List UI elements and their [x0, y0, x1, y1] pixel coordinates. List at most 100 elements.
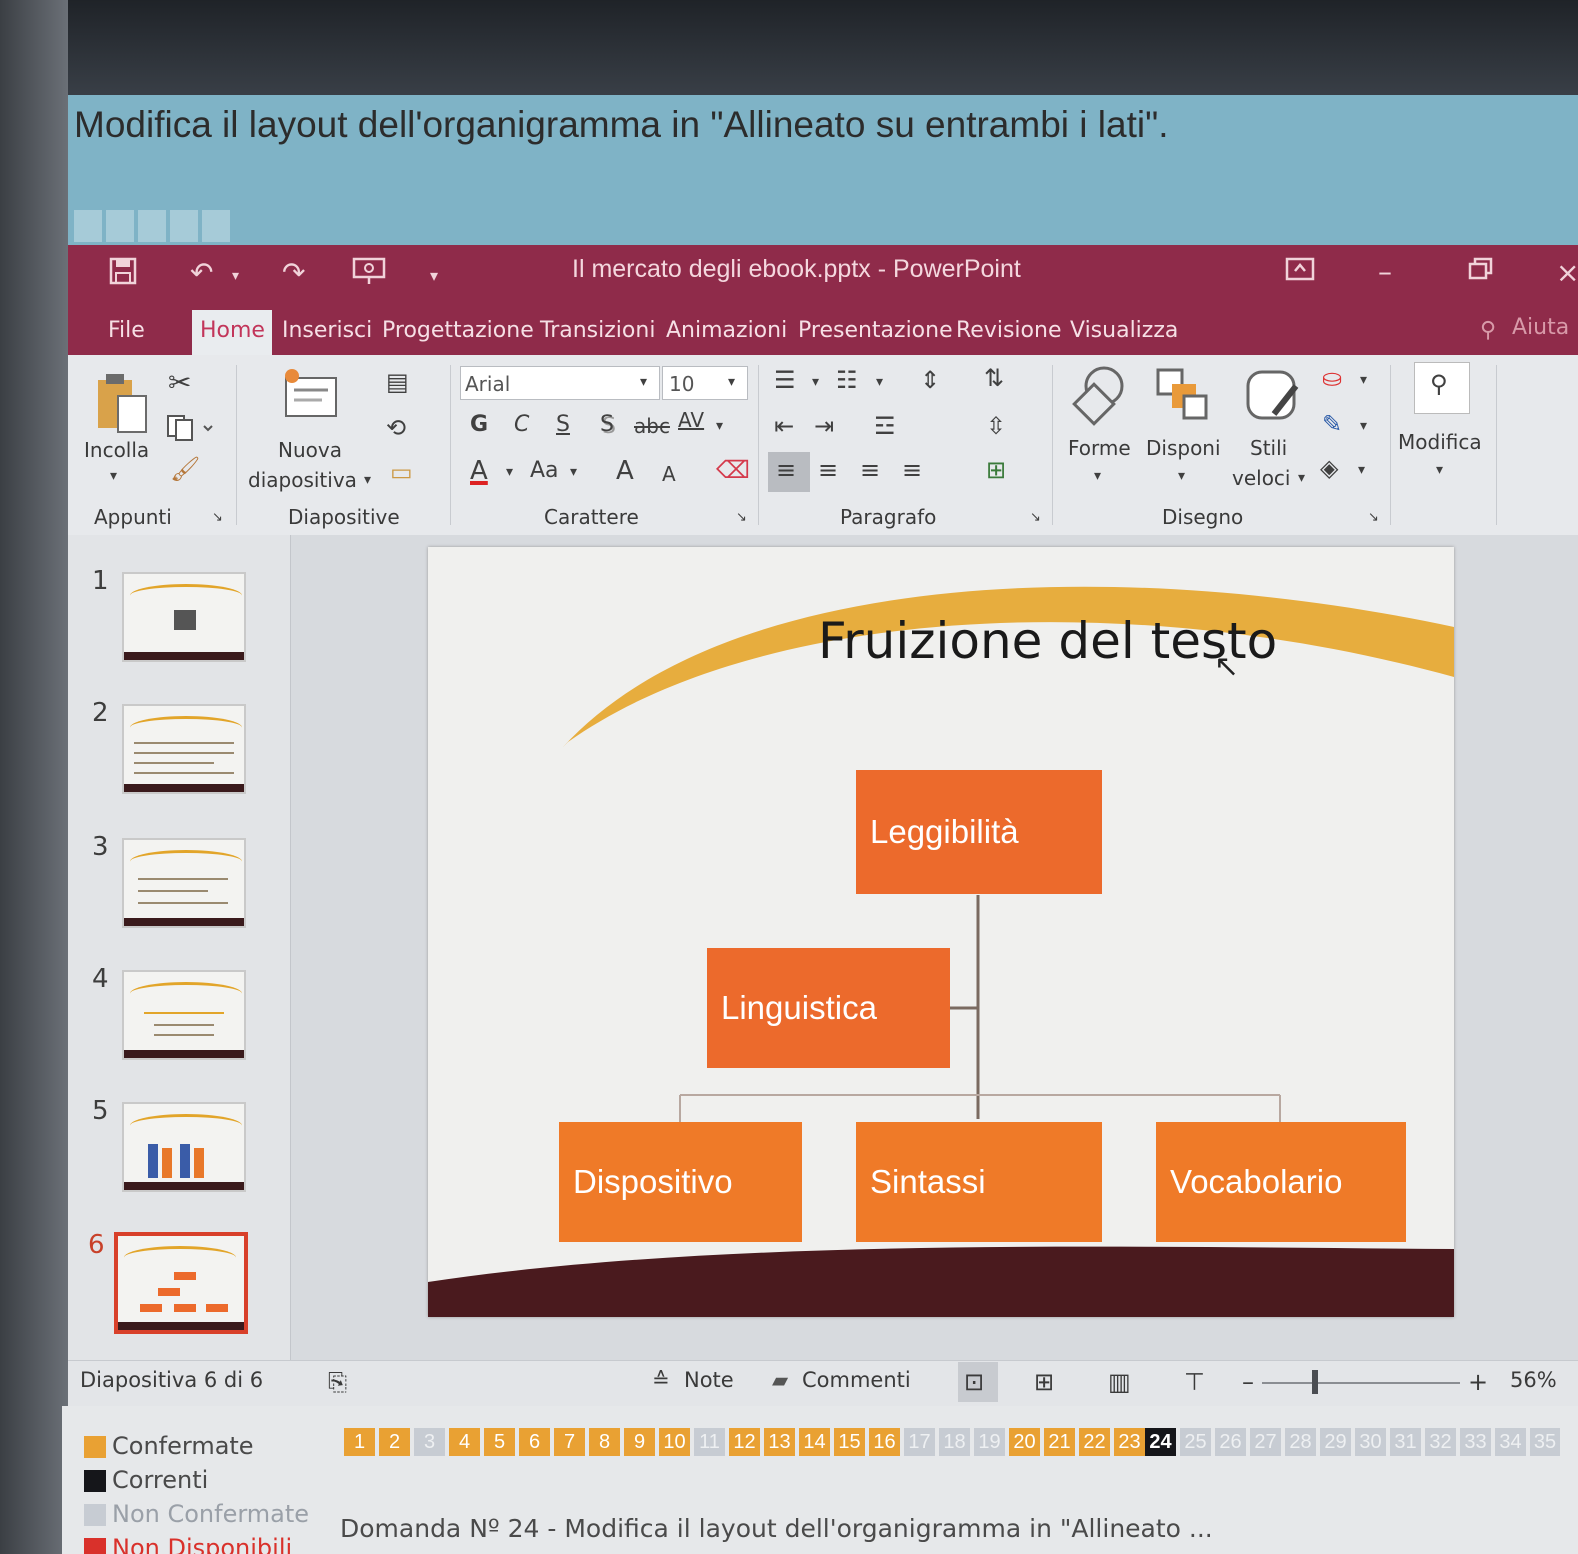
notes-icon[interactable]: ≙ [652, 1368, 670, 1392]
reading-view-icon[interactable]: ▥ [1108, 1368, 1131, 1396]
question-number[interactable]: 23 [1114, 1428, 1145, 1456]
minimize-icon[interactable]: – [1378, 255, 1392, 288]
quick-styles-dropdown-icon[interactable]: ▾ [1298, 470, 1305, 486]
question-number[interactable]: 13 [764, 1428, 795, 1456]
notes-button[interactable]: Note [684, 1368, 734, 1392]
question-number[interactable]: 22 [1079, 1428, 1110, 1456]
question-number[interactable]: 3 [414, 1428, 445, 1456]
align-text-icon[interactable]: ⇳ [986, 412, 1006, 440]
question-number[interactable]: 27 [1250, 1428, 1281, 1456]
font-color-button[interactable]: A [470, 456, 488, 486]
paste-icon[interactable] [94, 372, 150, 440]
slide-thumbnail-2[interactable] [122, 704, 246, 794]
customize-toolbar-icon[interactable]: ▾ [430, 266, 438, 285]
question-number[interactable]: 4 [449, 1428, 480, 1456]
slide-thumbnail-1[interactable] [122, 572, 246, 662]
case-dropdown-icon[interactable]: ▾ [570, 464, 577, 480]
question-number[interactable]: 32 [1425, 1428, 1456, 1456]
font-name-input[interactable]: Arial [460, 366, 660, 400]
question-number[interactable]: 29 [1320, 1428, 1351, 1456]
slide-canvas[interactable]: Fruizione del testo Leggibilità Linguist… [428, 547, 1454, 1317]
new-slide-button[interactable]: diapositiva [248, 468, 357, 492]
start-slideshow-icon[interactable] [352, 256, 386, 293]
question-number[interactable]: 14 [799, 1428, 830, 1456]
quiz-tab[interactable] [74, 210, 102, 242]
columns-icon[interactable]: ☲ [874, 412, 896, 440]
close-icon[interactable]: × [1556, 256, 1578, 289]
tab-slideshow[interactable]: Presentazione [798, 318, 953, 343]
restore-icon[interactable] [1466, 256, 1494, 289]
shapes-button[interactable]: Forme [1068, 436, 1131, 460]
org-node-leggibilita[interactable]: Leggibilità [856, 770, 1102, 894]
question-number[interactable]: 2 [379, 1428, 410, 1456]
shape-outline-dropdown-icon[interactable]: ▾ [1360, 418, 1367, 434]
shapes-dropdown-icon[interactable]: ▾ [1094, 468, 1101, 484]
zoom-slider-thumb[interactable] [1312, 1370, 1318, 1394]
question-number[interactable]: 21 [1044, 1428, 1075, 1456]
smartart-convert-icon[interactable]: ⊞ [986, 456, 1006, 484]
question-number[interactable]: 16 [869, 1428, 900, 1456]
dialog-launcher-icon[interactable]: ↘ [1030, 510, 1041, 525]
question-number-current[interactable]: 24 [1145, 1428, 1176, 1456]
numbering-icon[interactable]: ☷ [836, 366, 858, 394]
normal-view-icon[interactable]: ⊡ [964, 1368, 984, 1396]
save-icon[interactable] [108, 256, 138, 293]
dialog-launcher-icon[interactable]: ↘ [736, 510, 747, 525]
org-node-sintassi[interactable]: Sintassi [856, 1122, 1102, 1242]
search-icon[interactable]: ⚲ [1430, 370, 1448, 398]
shadow-button[interactable]: S [600, 412, 614, 437]
font-size-input[interactable]: 10 [662, 366, 748, 400]
shape-outline-icon[interactable]: ✎ [1322, 410, 1342, 438]
reset-icon[interactable]: ⟲ [386, 414, 406, 442]
shrink-font-button[interactable]: A [662, 462, 676, 486]
question-number[interactable]: 17 [904, 1428, 935, 1456]
question-number[interactable]: 10 [659, 1428, 690, 1456]
question-number[interactable]: 34 [1495, 1428, 1526, 1456]
underline-button[interactable]: S [556, 412, 570, 437]
comments-icon[interactable]: ▰ [772, 1368, 788, 1392]
char-spacing-button[interactable]: AV [678, 408, 704, 432]
tab-review[interactable]: Revisione [956, 318, 1061, 343]
quiz-tab[interactable] [138, 210, 166, 242]
quick-styles-icon[interactable] [1244, 366, 1304, 430]
question-number[interactable]: 19 [974, 1428, 1005, 1456]
numbering-dropdown-icon[interactable]: ▾ [876, 374, 883, 390]
zoom-in-icon[interactable]: + [1468, 1368, 1488, 1396]
tell-me-label[interactable]: Aiuta [1512, 315, 1569, 340]
zoom-level[interactable]: 56% [1510, 1368, 1557, 1392]
undo-icon[interactable]: ↶ [190, 256, 213, 289]
question-number[interactable]: 5 [484, 1428, 515, 1456]
decrease-indent-icon[interactable]: ⇤ [774, 412, 794, 440]
arrange-dropdown-icon[interactable]: ▾ [1178, 468, 1185, 484]
bullets-dropdown-icon[interactable]: ▾ [812, 374, 819, 390]
paste-dropdown-icon[interactable]: ▾ [110, 468, 117, 484]
text-direction-icon[interactable]: ⇅ [984, 364, 1004, 392]
question-number[interactable]: 15 [834, 1428, 865, 1456]
tab-animations[interactable]: Animazioni [666, 318, 787, 343]
comments-button[interactable]: Commenti [802, 1368, 911, 1392]
redo-icon[interactable]: ↷ [282, 256, 305, 289]
shape-effects-icon[interactable]: ◈ [1320, 454, 1338, 482]
arrange-icon[interactable] [1154, 366, 1210, 426]
zoom-out-icon[interactable]: – [1242, 1368, 1254, 1396]
align-center-icon[interactable]: ≡ [818, 456, 838, 484]
slideshow-icon[interactable]: ⊤ [1184, 1368, 1205, 1396]
align-left-icon[interactable]: ≡ [776, 456, 796, 484]
justify-icon[interactable]: ≡ [902, 456, 922, 484]
tab-home[interactable]: Home [200, 318, 265, 343]
tab-transitions[interactable]: Transizioni [540, 318, 655, 343]
question-number[interactable]: 31 [1390, 1428, 1421, 1456]
question-number[interactable]: 12 [729, 1428, 760, 1456]
align-right-icon[interactable]: ≡ [860, 456, 880, 484]
org-node-vocabolario[interactable]: Vocabolario [1156, 1122, 1406, 1242]
spell-check-icon[interactable]: ⎘ [328, 1368, 347, 1396]
question-number[interactable]: 1 [344, 1428, 375, 1456]
edit-dropdown-icon[interactable]: ▾ [1436, 462, 1443, 478]
question-number[interactable]: 9 [624, 1428, 655, 1456]
tab-view[interactable]: Visualizza [1070, 318, 1178, 343]
bullets-icon[interactable]: ☰ [774, 366, 796, 394]
quiz-tab[interactable] [170, 210, 198, 242]
shape-effects-dropdown-icon[interactable]: ▾ [1358, 462, 1365, 478]
paste-button[interactable]: Incolla [84, 438, 149, 462]
italic-button[interactable]: C [514, 412, 529, 437]
